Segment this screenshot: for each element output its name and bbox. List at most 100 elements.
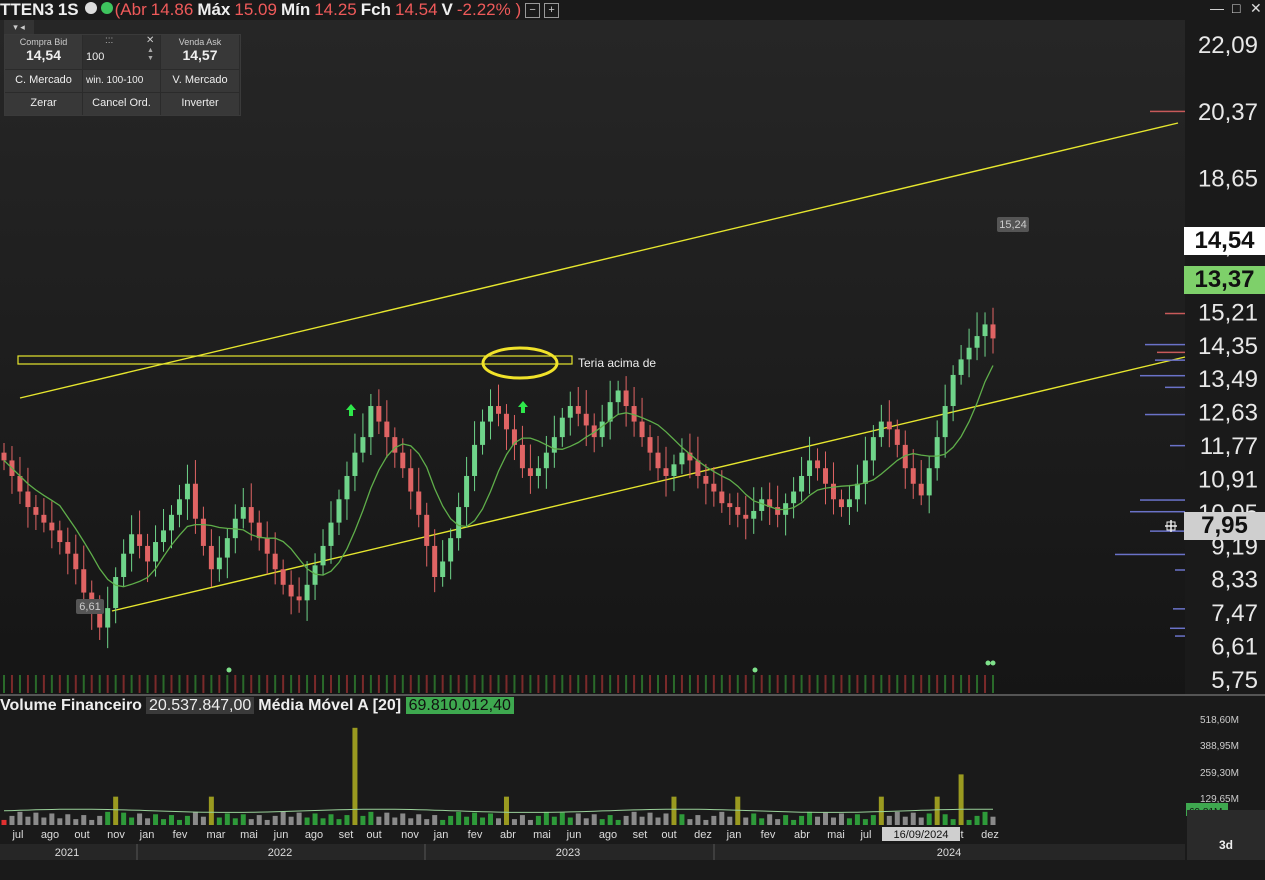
annotation-text: Teria acima de: [578, 356, 656, 370]
expand-button[interactable]: +: [544, 3, 560, 18]
zero-button[interactable]: Zerar: [5, 93, 82, 115]
volume-tick: [944, 675, 947, 693]
volume-tick: [664, 675, 667, 693]
profile-bar: [1170, 627, 1185, 630]
year-label: 2022: [268, 847, 292, 859]
volume-tick: [984, 675, 987, 693]
timeframe-button[interactable]: 3d: [1187, 810, 1265, 860]
volume-bar: [472, 812, 478, 825]
info-icon[interactable]: [84, 2, 97, 14]
sell-market-button[interactable]: V. Mercado: [161, 70, 239, 92]
profile-bar: [1115, 553, 1185, 556]
ask-box[interactable]: Venda Ask 14,57: [161, 35, 239, 69]
volume-tick: [680, 675, 683, 693]
volume-tick: [896, 675, 899, 693]
month-label: set: [633, 829, 648, 841]
volume-tick: [266, 675, 269, 693]
volume-tick: [290, 675, 293, 693]
drag-grip-icon[interactable]: :::: [105, 35, 113, 46]
minimize-button[interactable]: —: [1210, 0, 1224, 16]
volume-tick: [353, 675, 356, 693]
volume-tick: [425, 675, 428, 693]
volume-tick: [649, 675, 652, 693]
volume-tick: [609, 675, 612, 693]
timeframe-label[interactable]: 1S: [58, 0, 79, 19]
volume-tick-label: 388,95M: [1200, 741, 1239, 752]
volume-tick: [808, 675, 811, 693]
bid-box[interactable]: Compra Bid 14,54: [5, 35, 82, 69]
buy-market-button[interactable]: C. Mercado: [5, 70, 82, 92]
volume-bar: [687, 819, 693, 825]
quantity-stepper-icon[interactable]: ▲ ▼: [147, 47, 154, 63]
crosshair-icon[interactable]: [1165, 520, 1177, 532]
collapse-button[interactable]: −: [525, 3, 541, 18]
volume-tick: [74, 675, 77, 693]
quantity-box: ::: ✕ 100 ▲ ▼: [83, 35, 160, 69]
volume-tick: [601, 675, 604, 693]
volume-tick: [210, 675, 213, 693]
volume-bar: [17, 811, 23, 825]
open-label: (Abr: [114, 0, 147, 19]
month-label: t: [960, 829, 963, 841]
volume-tick: [513, 675, 516, 693]
volume-bar: [902, 816, 908, 825]
volume-bar: [280, 811, 286, 825]
year-axis: 2021 2022 2023 2024: [0, 844, 1185, 860]
quantity-input[interactable]: 100: [86, 51, 104, 63]
month-label: dez: [694, 829, 712, 841]
low-marker: 6,61: [76, 599, 104, 614]
close-button[interactable]: ✕: [1250, 0, 1262, 17]
min-value: 14.25: [314, 0, 357, 19]
volume-tick: [66, 675, 69, 693]
close-panel-button[interactable]: ✕: [146, 35, 154, 46]
volume-tick: [98, 675, 101, 693]
volume-bar: [599, 819, 605, 825]
volume-tick: [992, 675, 994, 693]
invert-button[interactable]: Inverter: [161, 93, 239, 115]
volume-bar: [168, 815, 174, 825]
month-label: out: [661, 829, 676, 841]
month-label: jan: [433, 829, 449, 841]
signal-dot: [985, 660, 991, 666]
volume-tick: [577, 675, 580, 693]
volume-bar: [966, 819, 972, 825]
volume-tick: [26, 675, 29, 693]
panel-toggle-icon[interactable]: ▾ ◂: [4, 20, 34, 34]
volume-bar: [511, 819, 517, 825]
volume-tick: [337, 675, 340, 693]
volume-tick: [194, 675, 197, 693]
month-label: nov: [107, 829, 125, 841]
asset-select[interactable]: win. 100-100: [83, 70, 160, 92]
volume-tick: [657, 675, 660, 693]
volume-header: Volume Financeiro 20.537.847,00 Média Móve…: [0, 697, 514, 715]
volume-bar: [519, 815, 525, 825]
symbol-label[interactable]: TTEN3: [0, 0, 54, 19]
volume-tick: [776, 675, 779, 693]
volume-bar: [208, 796, 214, 825]
volume-bar: [113, 796, 119, 825]
price-tick-label: 5,75: [1211, 667, 1258, 694]
order-panel: Compra Bid 14,54 ::: ✕ 100 ▲ ▼ Venda Ask …: [4, 34, 241, 116]
volume-bar: [25, 816, 31, 825]
volume-bar: [862, 819, 868, 825]
volume-bar: [232, 818, 238, 825]
volume-tick: [441, 675, 444, 693]
volume-bar: [815, 816, 821, 825]
volume-bar: [799, 815, 805, 825]
cancel-orders-button[interactable]: Cancel Ord.: [83, 93, 160, 115]
volume-bar: [719, 811, 725, 825]
volume-bar: [224, 813, 230, 825]
price-tick-label: 8,33: [1211, 567, 1258, 594]
volume-bar: [918, 817, 924, 825]
volume-tick: [561, 675, 564, 693]
volume-bar: [248, 819, 254, 825]
volume-tick: [58, 675, 61, 693]
volume-tick: [90, 675, 93, 693]
volume-bar: [838, 813, 844, 825]
volume-bar: [312, 813, 318, 825]
maximize-button[interactable]: □: [1232, 0, 1240, 16]
month-label: jan: [726, 829, 742, 841]
volume-tick: [34, 675, 37, 693]
month-label: mai: [533, 829, 551, 841]
price-chart[interactable]: 22,0920,3718,6516,9316,0715,2114,3513,49…: [0, 0, 1265, 860]
